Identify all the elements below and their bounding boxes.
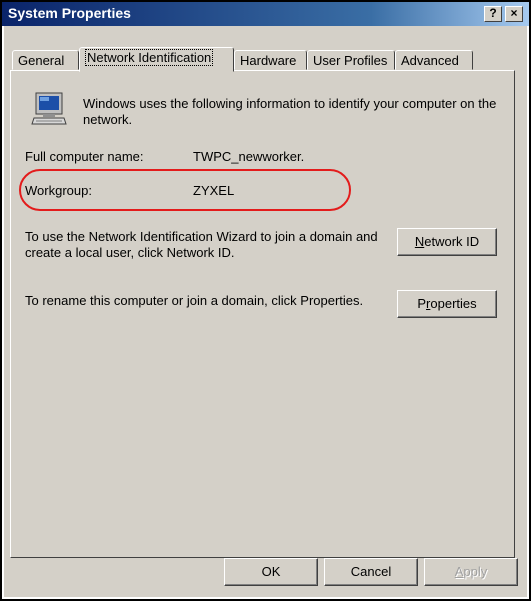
workgroup-label: Workgroup:: [25, 183, 92, 198]
close-icon: ×: [510, 6, 518, 20]
tab-label: User Profiles: [313, 53, 388, 68]
properties-button[interactable]: Properties: [397, 290, 497, 318]
help-icon: ?: [489, 6, 497, 20]
network-id-description: To use the Network Identification Wizard…: [25, 229, 378, 260]
full-computer-name-label: Full computer name:: [25, 149, 144, 164]
intro-text: Windows uses the following information t…: [83, 96, 497, 127]
tab-general[interactable]: General: [12, 50, 79, 70]
title-bar[interactable]: System Properties ? ×: [2, 2, 529, 26]
accelerator-key: N: [414, 234, 425, 249]
button-label: pply: [463, 564, 488, 579]
full-computer-name-value: TWPC_newworker.: [193, 149, 305, 164]
button-label: P: [417, 296, 427, 311]
computer-icon: [31, 92, 67, 125]
network-id-button[interactable]: Network ID: [397, 228, 497, 256]
tab-network-identification[interactable]: Network Identification: [79, 47, 234, 72]
tab-label: Advanced: [401, 53, 459, 68]
properties-description: To rename this computer or join a domain…: [25, 293, 364, 308]
cancel-button[interactable]: Cancel: [324, 558, 418, 586]
ok-button[interactable]: OK: [224, 558, 318, 586]
apply-button[interactable]: Apply: [424, 558, 518, 586]
tab-label: Hardware: [240, 53, 297, 68]
help-button[interactable]: ?: [484, 6, 502, 22]
button-label: etwork ID: [424, 234, 480, 249]
tab-hardware[interactable]: Hardware: [234, 50, 307, 70]
tab-user-profiles[interactable]: User Profiles: [307, 50, 395, 70]
system-properties-window: System Properties ? × General Network Id…: [0, 0, 531, 601]
tab-advanced[interactable]: Advanced: [395, 50, 473, 70]
window-title: System Properties: [8, 5, 131, 21]
tab-label: Network Identification: [85, 49, 214, 66]
button-label: operties: [430, 296, 477, 311]
workgroup-value: ZYXEL: [193, 183, 235, 198]
dialog-body: General Network Identification Hardware …: [4, 26, 527, 597]
tab-label: General: [18, 53, 65, 68]
close-button[interactable]: ×: [505, 6, 523, 22]
network-identification-panel: Windows uses the following information t…: [10, 70, 515, 558]
